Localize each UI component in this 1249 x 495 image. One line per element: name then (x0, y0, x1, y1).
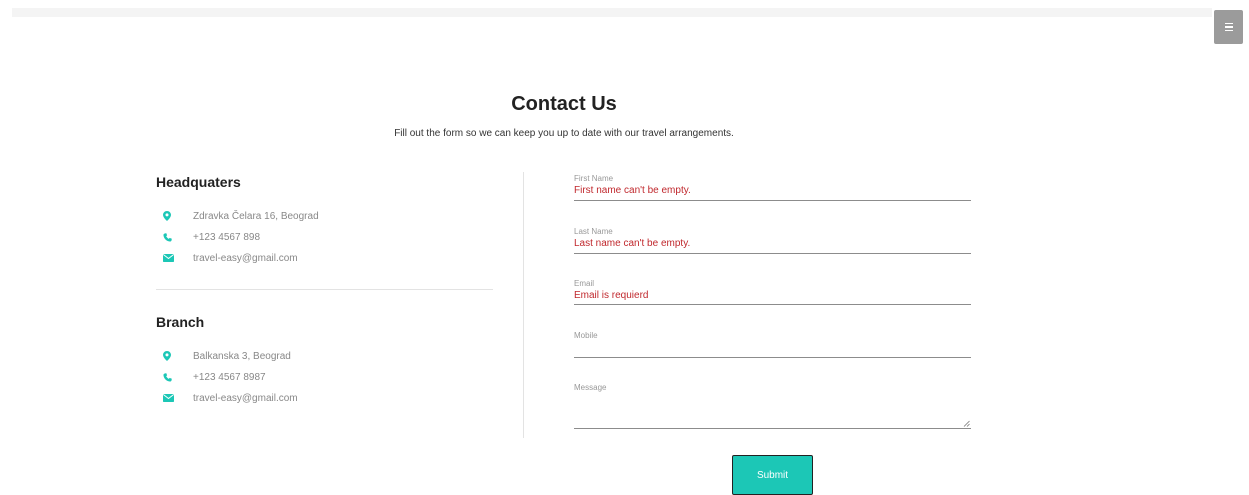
map-marker-icon (163, 209, 177, 223)
branch-email[interactable]: travel-easy@gmail.com (193, 393, 298, 404)
mobile-label: Mobile (574, 331, 598, 340)
textarea-resize-handle[interactable] (963, 420, 970, 427)
map-marker-icon (163, 349, 177, 363)
hq-email-row: travel-easy@gmail.com (163, 251, 298, 265)
branch-email-row: travel-easy@gmail.com (163, 391, 298, 405)
column-divider (523, 172, 524, 438)
phone-icon (163, 230, 177, 244)
page-title: Contact Us (511, 93, 617, 115)
hq-phone[interactable]: +123 4567 898 (193, 232, 260, 243)
email-label: Email (574, 279, 595, 288)
branch-phone-row: +123 4567 8987 (163, 370, 266, 384)
email-field[interactable]: Email Email is requierd (574, 279, 971, 307)
mobile-field[interactable]: Mobile (574, 331, 971, 359)
submit-button[interactable]: Submit (732, 455, 813, 495)
envelope-icon (163, 251, 177, 265)
hq-address: Zdravka Čelara 16, Beograd (193, 210, 319, 222)
email-error: Email is requierd (574, 290, 649, 301)
page-subtitle: Fill out the form so we can keep you up … (394, 128, 734, 139)
last-name-label: Last Name (574, 227, 613, 236)
hamburger-menu-button[interactable] (1214, 10, 1243, 44)
mobile-underline (574, 357, 971, 358)
hamburger-icon (1224, 22, 1233, 25)
office-title-headquarters: Headquaters (156, 174, 241, 190)
first-name-error: First name can't be empty. (574, 185, 691, 196)
branch-address-row: Balkanska 3, Beograd (163, 349, 291, 363)
last-name-underline (574, 253, 971, 254)
phone-icon (163, 370, 177, 384)
first-name-label: First Name (574, 174, 614, 183)
envelope-icon (163, 391, 177, 405)
first-name-field[interactable]: First Name First name can't be empty. (574, 174, 971, 202)
hq-phone-row: +123 4567 898 (163, 230, 260, 244)
top-bar (12, 8, 1212, 17)
message-field[interactable]: Message (574, 383, 971, 431)
hq-address-row: Zdravka Čelara 16, Beograd (163, 209, 319, 223)
first-name-underline (574, 200, 971, 201)
hq-email[interactable]: travel-easy@gmail.com (193, 253, 298, 264)
message-label: Message (574, 383, 607, 392)
office-divider (156, 289, 493, 290)
last-name-error: Last name can't be empty. (574, 238, 691, 249)
branch-phone[interactable]: +123 4567 8987 (193, 372, 266, 383)
email-underline (574, 304, 971, 305)
last-name-field[interactable]: Last Name Last name can't be empty. (574, 227, 971, 255)
office-title-branch: Branch (156, 314, 205, 330)
message-underline (574, 428, 971, 429)
branch-address: Balkanska 3, Beograd (193, 350, 291, 362)
